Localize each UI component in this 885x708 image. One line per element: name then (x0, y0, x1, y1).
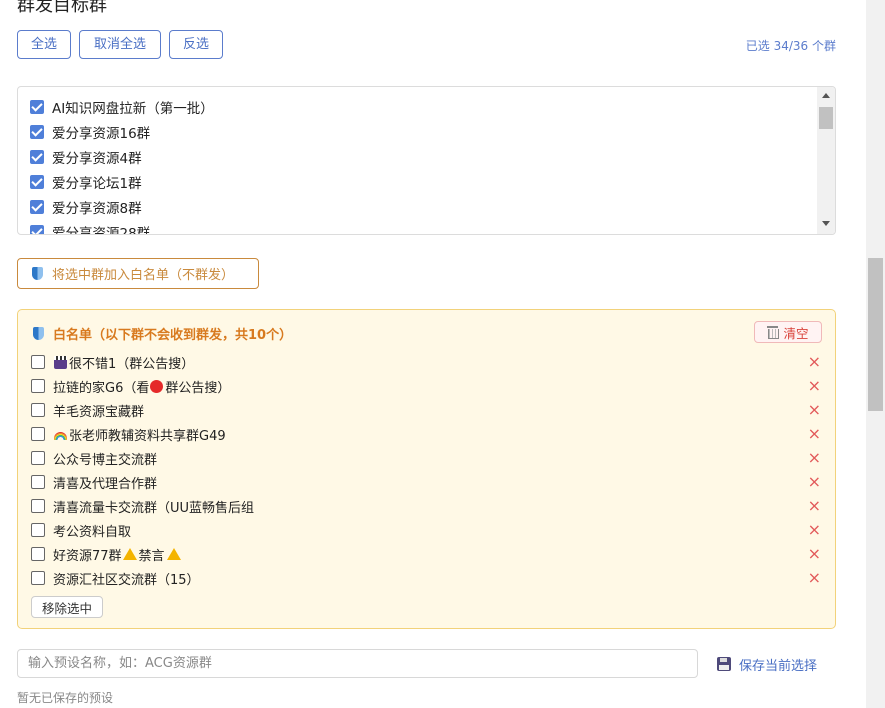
warn-icon (166, 548, 181, 560)
group-item[interactable]: 爱分享资源4群 (30, 144, 142, 169)
group-label: 爱分享资源28群 (52, 225, 151, 235)
whitelist-label-prefix: 拉链的家G6（看 (53, 380, 150, 396)
page-title: 群发目标群 (17, 0, 107, 16)
whitelist-checkbox[interactable] (31, 571, 45, 585)
clear-whitelist-button[interactable]: 清空 (754, 321, 822, 343)
page-scrollbar[interactable] (866, 0, 885, 708)
remove-icon[interactable]: × (808, 425, 821, 443)
remove-icon[interactable]: × (808, 473, 821, 491)
shield-icon (32, 267, 43, 280)
save-selection-label: 保存当前选择 (739, 658, 818, 674)
whitelist-title-text: 白名单（以下群不会收到群发，共10个） (53, 328, 293, 343)
select-all-button[interactable]: 全选 (17, 30, 71, 59)
group-checkbox[interactable] (30, 224, 44, 234)
group-item[interactable]: 爱分享论坛1群 (30, 169, 142, 194)
group-item[interactable]: 爱分享资源16群 (30, 119, 150, 144)
whitelist-label: 清喜流量卡交流群（UU蓝畅售后组 (53, 500, 255, 516)
whitelist-label: 很不错1（群公告搜） (69, 356, 195, 372)
group-item[interactable]: 爱分享资源8群 (30, 194, 142, 219)
shield-icon (33, 327, 44, 340)
group-list-scrollbar[interactable] (817, 87, 835, 234)
whitelist-item[interactable]: 很不错1（群公告搜） × (31, 351, 821, 373)
scroll-down-icon[interactable] (822, 221, 830, 226)
whitelist-label: 公众号博主交流群 (53, 452, 158, 468)
whitelist-checkbox[interactable] (31, 403, 45, 417)
add-to-whitelist-button[interactable]: 将选中群加入白名单（不群发） (17, 258, 259, 289)
group-label: 爱分享资源8群 (52, 200, 142, 217)
group-checkbox[interactable] (30, 124, 44, 139)
whitelist-label: 群公告搜） (165, 380, 231, 396)
whitelist-item[interactable]: 好资源77群 禁言 × (31, 543, 821, 565)
whitelist-item[interactable]: 清喜及代理合作群 × (31, 471, 821, 493)
trash-icon (767, 326, 780, 339)
scroll-up-icon[interactable] (822, 93, 830, 98)
group-list[interactable]: 爱分享资源28群 爱分享资源8群 爱分享论坛1群 爱分享资源4群 爱分享资源16群 AI知… (17, 86, 836, 235)
whitelist-label: 张老师教辅资料共享群G49 (69, 428, 226, 444)
whitelist-item[interactable]: 资源汇社区交流群（15） × (31, 567, 821, 589)
invert-selection-button[interactable]: 反选 (169, 30, 223, 59)
page-scroll-thumb[interactable] (868, 258, 883, 411)
remove-icon[interactable]: × (808, 377, 821, 395)
whitelist-label: 资源汇社区交流群（15） (53, 572, 200, 588)
whitelist-checkbox[interactable] (31, 523, 45, 537)
group-checkbox[interactable] (30, 199, 44, 214)
red-circle-icon (150, 379, 164, 393)
remove-icon[interactable]: × (808, 569, 821, 587)
remove-icon[interactable]: × (808, 497, 821, 515)
group-item[interactable]: 爱分享资源28群 (30, 219, 151, 235)
whitelist-title: 白名单（以下群不会收到群发，共10个） (33, 324, 292, 343)
whitelist-label: 羊毛资源宝藏群 (53, 404, 145, 420)
whitelist-checkbox[interactable] (31, 499, 45, 513)
group-item[interactable]: AI知识网盘拉新（第一批） (30, 94, 214, 119)
preset-name-input[interactable] (17, 649, 698, 678)
whitelist-panel: 白名单（以下群不会收到群发，共10个） 清空 移除选中 很不错1（群公告搜） × 拉… (17, 309, 836, 629)
scroll-thumb[interactable] (819, 107, 833, 129)
remove-icon[interactable]: × (808, 521, 821, 539)
selected-count: 已选 34/36 个群 (745, 39, 836, 53)
floppy-disk-icon (717, 657, 731, 671)
group-label: 爱分享资源16群 (52, 125, 151, 142)
add-to-whitelist-label: 将选中群加入白名单（不群发） (52, 267, 235, 282)
whitelist-checkbox[interactable] (31, 547, 45, 561)
whitelist-checkbox[interactable] (31, 427, 45, 441)
group-label: AI知识网盘拉新（第一批） (52, 100, 214, 117)
group-checkbox[interactable] (30, 99, 44, 114)
warn-icon (122, 548, 137, 560)
whitelist-checkbox[interactable] (31, 475, 45, 489)
whitelist-item[interactable]: 考公资料自取 × (31, 519, 821, 541)
whitelist-item[interactable]: 羊毛资源宝藏群 × (31, 399, 821, 421)
group-checkbox[interactable] (30, 174, 44, 189)
deselect-all-button[interactable]: 取消全选 (79, 30, 161, 59)
whitelist-item[interactable]: 拉链的家G6（看 群公告搜） × (31, 375, 821, 397)
whitelist-item[interactable]: 清喜流量卡交流群（UU蓝畅售后组 × (31, 495, 821, 517)
remove-icon[interactable]: × (808, 401, 821, 419)
clear-label: 清空 (783, 325, 809, 341)
group-label: 爱分享资源4群 (52, 150, 142, 167)
whitelist-item[interactable]: 公众号博主交流群 × (31, 447, 821, 469)
whitelist-checkbox[interactable] (31, 355, 45, 369)
panel: 群发目标群 全选 取消全选 反选 已选 34/36 个群 爱分享资源28群 爱分享… (0, 0, 866, 708)
whitelist-label: 清喜及代理合作群 (53, 476, 158, 492)
whitelist-label: 考公资料自取 (53, 524, 132, 540)
clapper-icon (54, 355, 67, 369)
save-selection-button[interactable]: 保存当前选择 (717, 653, 817, 675)
whitelist-label-prefix: 好资源77群 (53, 548, 122, 564)
remove-selected-button[interactable]: 移除选中 (31, 596, 103, 618)
group-checkbox[interactable] (30, 149, 44, 164)
whitelist-checkbox[interactable] (31, 451, 45, 465)
rainbow-icon (54, 432, 67, 440)
remove-icon[interactable]: × (808, 449, 821, 467)
whitelist-item[interactable]: 张老师教辅资料共享群G49 × (31, 423, 821, 445)
remove-icon[interactable]: × (808, 353, 821, 371)
whitelist-checkbox[interactable] (31, 379, 45, 393)
whitelist-label: 禁言 (138, 548, 165, 564)
group-label: 爱分享论坛1群 (52, 175, 142, 192)
empty-presets-text: 暂无已保存的预设 (17, 691, 114, 705)
remove-icon[interactable]: × (808, 545, 821, 563)
